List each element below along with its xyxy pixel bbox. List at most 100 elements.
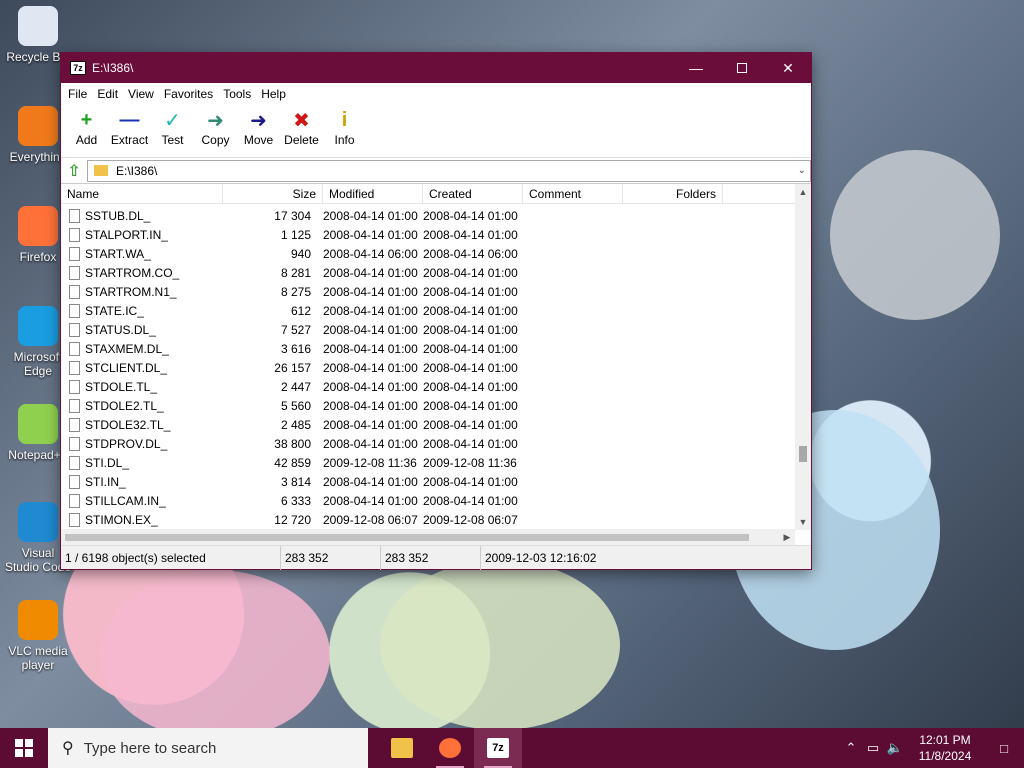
status-date: 2009-12-03 12:16:02 [485, 550, 597, 565]
table-row[interactable]: STDOLE.TL_ 2 447 2008-04-14 01:00 2008-04-1… [61, 377, 795, 396]
file-created: 2009-12-08 11:36 [423, 455, 517, 470]
up-folder-icon[interactable]: ⇧ [61, 161, 87, 181]
title-bar[interactable]: 7z E:\I386\ — ✕ [61, 53, 811, 83]
folder-icon [94, 165, 108, 176]
notifications-icon[interactable]: □ [984, 741, 1024, 756]
toolbar-label: Delete [284, 133, 319, 147]
table-row[interactable]: SSTUB.DL_ 17 304 2008-04-14 01:00 2008-04-1… [61, 206, 795, 225]
file-modified: 2008-04-14 06:00 [323, 246, 418, 261]
file-size: 5 560 [280, 398, 311, 413]
file-name: START.WA_ [85, 246, 151, 261]
extract-button[interactable]: — Extract [108, 107, 151, 148]
windows-logo-icon [15, 739, 33, 757]
table-row[interactable]: STIMON.EX_ 12 720 2009-12-08 06:07 2009-12-… [61, 510, 795, 529]
address-bar: ⇧ E:\I386\ ⌄ [61, 157, 811, 183]
copy-button[interactable]: ➜ Copy [194, 107, 237, 148]
desktop-icon-vlc[interactable]: VLC media player [4, 600, 72, 672]
table-row[interactable]: STI.DL_ 42 859 2009-12-08 11:36 2009-12-08 … [61, 453, 795, 472]
file-size: 8 275 [280, 284, 311, 299]
column-header-created[interactable]: Created [423, 184, 523, 204]
file-name: STILLCAM.IN_ [85, 493, 166, 508]
table-row[interactable]: STATE.IC_ 612 2008-04-14 01:00 2008-04-14 0… [61, 301, 795, 320]
scroll-right-arrow-icon[interactable]: ▶ [779, 529, 795, 545]
table-row[interactable]: STCLIENT.DL_ 26 157 2008-04-14 01:00 2008-0… [61, 358, 795, 377]
table-row[interactable]: STATUS.DL_ 7 527 2008-04-14 01:00 2008-04-1… [61, 320, 795, 339]
clock[interactable]: 12:01 PM 11/8/2024 [906, 732, 984, 764]
file-size: 612 [290, 303, 311, 318]
table-row[interactable]: STDOLE2.TL_ 5 560 2008-04-14 01:00 2008-04-… [61, 396, 795, 415]
system-tray: ⌃ ▭ 🔈 12:01 PM 11/8/2024 □ [840, 728, 1024, 768]
taskbar-app-firefox[interactable] [426, 728, 474, 768]
file-list: Name Size Modified Created Comment Folde… [61, 183, 811, 545]
file-modified: 2008-04-14 01:00 [323, 303, 418, 318]
move-button[interactable]: ➜ Move [237, 107, 280, 148]
file-name: STIMON.EX_ [85, 512, 158, 527]
menu-favorites[interactable]: Favorites [159, 87, 218, 101]
menu-help[interactable]: Help [256, 87, 291, 101]
table-row[interactable]: STDPROV.DL_ 38 800 2008-04-14 01:00 2008-04… [61, 434, 795, 453]
scroll-down-arrow-icon[interactable]: ▼ [795, 514, 811, 530]
7zip-file-manager-window: 7z E:\I386\ — ✕ File Edit View Favorites Too… [60, 52, 812, 570]
delete-button[interactable]: ✖ Delete [280, 107, 323, 148]
file-name: STDOLE2.TL_ [85, 398, 164, 413]
column-header-folders[interactable]: Folders [623, 184, 723, 204]
file-name: STI.IN_ [85, 474, 126, 489]
table-row[interactable]: STARTROM.CO_ 8 281 2008-04-14 01:00 2008-04… [61, 263, 795, 282]
file-icon [69, 227, 80, 242]
menu-edit[interactable]: Edit [92, 87, 123, 101]
toolbar-label: Copy [201, 133, 230, 147]
file-modified: 2008-04-14 01:00 [323, 493, 418, 508]
taskbar-app-file-explorer[interactable] [378, 728, 426, 768]
file-created: 2008-04-14 01:00 [423, 341, 518, 356]
table-row[interactable]: STI.IN_ 3 814 2008-04-14 01:00 2008-04-14 0… [61, 472, 795, 491]
vertical-scrollbar[interactable]: ▲ ▼ [795, 184, 811, 530]
menu-file[interactable]: File [63, 87, 92, 101]
table-row[interactable]: START.WA_ 940 2008-04-14 06:00 2008-04-14 0… [61, 244, 795, 263]
info-button[interactable]: i Info [323, 107, 366, 148]
taskbar-app-7zip[interactable]: 7z [474, 728, 522, 768]
chevron-down-icon[interactable]: ⌄ [798, 165, 806, 176]
horizontal-scrollbar[interactable]: ▶ [61, 529, 795, 545]
file-icon [69, 284, 80, 299]
file-name: STCLIENT.DL_ [85, 360, 168, 375]
file-size: 940 [290, 246, 311, 261]
file-name: STDPROV.DL_ [85, 436, 168, 451]
file-name: STARTROM.CO_ [85, 265, 180, 280]
minimize-button[interactable]: — [673, 53, 719, 83]
column-header-modified[interactable]: Modified [323, 184, 423, 204]
volume-icon[interactable]: 🔈 [884, 740, 906, 756]
address-input[interactable]: E:\I386\ ⌄ [87, 159, 811, 182]
file-created: 2008-04-14 06:00 [423, 246, 518, 261]
column-header-name[interactable]: Name [61, 184, 223, 204]
taskbar-search-box[interactable]: ⚲ Type here to search [48, 728, 368, 768]
file-created: 2008-04-14 01:00 [423, 227, 518, 242]
toolbar-label: Test [161, 133, 184, 147]
chevron-up-icon[interactable]: ⌃ [840, 740, 862, 756]
start-button[interactable] [0, 728, 48, 768]
test-button[interactable]: ✓ Test [151, 107, 194, 148]
notepad-plus-icon [18, 404, 58, 444]
vertical-scroll-thumb[interactable] [799, 446, 807, 462]
horizontal-scroll-thumb[interactable] [65, 534, 749, 541]
add-button[interactable]: + Add [65, 107, 108, 148]
network-icon[interactable]: ▭ [862, 740, 884, 756]
menu-view[interactable]: View [123, 87, 159, 101]
table-row[interactable]: STDOLE32.TL_ 2 485 2008-04-14 01:00 2008-04… [61, 415, 795, 434]
column-header-comment[interactable]: Comment [523, 184, 623, 204]
table-row[interactable]: STARTROM.N1_ 8 275 2008-04-14 01:00 2008-04… [61, 282, 795, 301]
file-size: 12 720 [274, 512, 311, 527]
maximize-button[interactable] [719, 53, 765, 83]
close-button[interactable]: ✕ [765, 53, 811, 83]
table-row[interactable]: STAXMEM.DL_ 3 616 2008-04-14 01:00 2008-04-… [61, 339, 795, 358]
file-modified: 2008-04-14 01:00 [323, 379, 418, 394]
file-modified: 2008-04-14 01:00 [323, 284, 418, 299]
file-created: 2008-04-14 01:00 [423, 208, 518, 223]
column-header-size[interactable]: Size [223, 184, 323, 204]
scroll-up-arrow-icon[interactable]: ▲ [795, 184, 811, 200]
menu-tools[interactable]: Tools [218, 87, 256, 101]
table-row[interactable]: STILLCAM.IN_ 6 333 2008-04-14 01:00 2008-04… [61, 491, 795, 510]
table-row[interactable]: STALPORT.IN_ 1 125 2008-04-14 01:00 2008-04… [61, 225, 795, 244]
test-icon: ✓ [164, 109, 181, 132]
file-size: 2 485 [280, 417, 311, 432]
file-modified: 2008-04-14 01:00 [323, 208, 418, 223]
